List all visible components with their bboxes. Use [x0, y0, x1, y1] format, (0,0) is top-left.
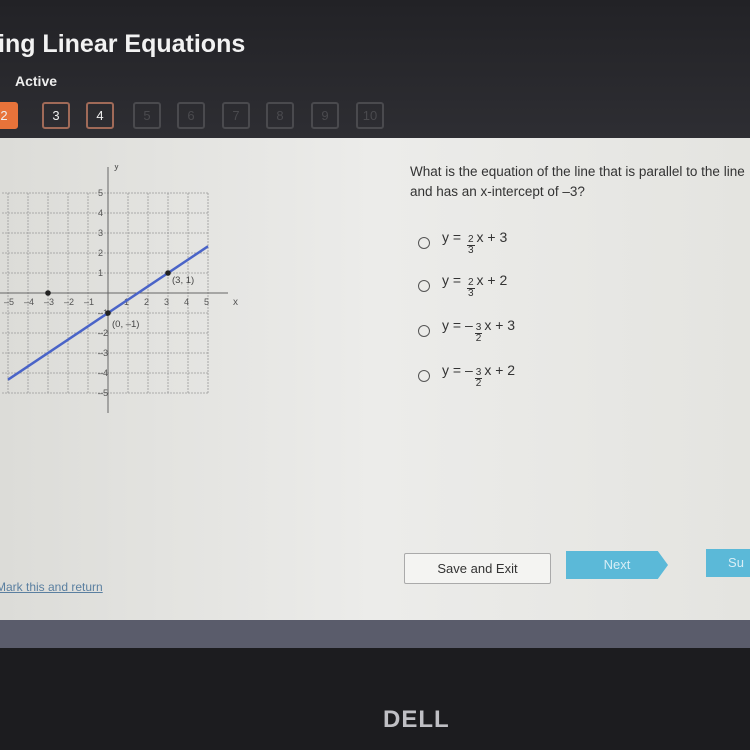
question-3-button[interactable]: 3	[42, 102, 70, 129]
fraction: 32	[474, 367, 483, 389]
x-tick-label: 4	[184, 297, 189, 307]
fraction: 32	[474, 322, 483, 344]
y-tick-label: 4	[98, 208, 103, 218]
y-tick-label: –2	[98, 328, 108, 338]
point	[45, 290, 51, 296]
x-tick-label: 5	[204, 297, 209, 307]
radio-button[interactable]	[418, 324, 430, 337]
option-text: y = 23x + 3	[442, 229, 508, 256]
option-text: y = 23x + 2	[442, 272, 508, 299]
question-5-button[interactable]: 5	[133, 102, 161, 129]
taskbar	[0, 620, 750, 648]
answer-option[interactable]: y = –3 2 x + 2	[418, 362, 515, 389]
x-tick-label: –4	[24, 297, 34, 307]
dell-logo: DELL	[383, 706, 450, 733]
question-2-button[interactable]: 2	[0, 102, 18, 129]
save-and-exit-button[interactable]: Save and Exit	[404, 553, 551, 584]
point	[105, 310, 111, 316]
question-8-button[interactable]: 8	[266, 102, 294, 129]
answer-option[interactable]: y = –3 2 x + 3	[418, 317, 515, 344]
x-tick-label: –5	[4, 297, 14, 307]
question-7-button[interactable]: 7	[222, 102, 250, 129]
y-tick-label: 3	[98, 228, 103, 238]
x-tick-label: 2	[144, 297, 149, 307]
y-tick-label: –5	[98, 388, 108, 398]
radio-button[interactable]	[418, 279, 430, 292]
option-text: y = –3 2 x + 2	[442, 362, 516, 389]
submit-button[interactable]: Su	[706, 549, 750, 577]
page-title: ing Linear Equations	[0, 30, 246, 58]
top-bar: ing Linear Equations Active 2 3 4 5 6 7 8 9 10	[0, 0, 750, 140]
y-tick-label: 1	[98, 268, 103, 278]
question-6-button[interactable]: 6	[177, 102, 205, 129]
x-tick-label: 3	[164, 297, 169, 307]
x-tick-label: –3	[44, 297, 54, 307]
point-label: (3, 1)	[172, 275, 194, 286]
y-tick-label: –3	[98, 348, 108, 358]
coordinate-graph: xy–5–4–3–2–11234554321–1–2–3–4–5(0, –1)(…	[0, 165, 238, 413]
radio-button[interactable]	[418, 369, 430, 382]
fraction: 23	[466, 277, 475, 299]
y-tick-label: 5	[98, 188, 103, 198]
mark-and-return-link[interactable]: Mark this and return	[0, 580, 103, 594]
question-9-button[interactable]: 9	[311, 102, 339, 129]
x-axis-label: x	[233, 297, 238, 308]
status-label: Active	[15, 73, 58, 89]
y-tick-label: –4	[98, 368, 108, 378]
answer-option[interactable]: y = 23x + 3	[418, 229, 507, 256]
x-tick-label: –2	[64, 297, 74, 307]
y-tick-label: 2	[98, 248, 103, 258]
fraction: 23	[466, 234, 475, 256]
point-label: (0, –1)	[112, 319, 139, 330]
answer-option[interactable]: y = 23x + 2	[418, 272, 507, 299]
next-button[interactable]: Next	[566, 551, 668, 579]
question-10-button[interactable]: 10	[356, 102, 384, 129]
question-4-button[interactable]: 4	[86, 102, 114, 129]
y-axis-label: y	[114, 165, 119, 172]
question-text: What is the equation of the line that is…	[410, 164, 745, 199]
x-tick-label: –1	[84, 297, 94, 307]
radio-button[interactable]	[418, 236, 430, 249]
point	[165, 270, 171, 276]
option-text: y = –3 2 x + 3	[442, 317, 516, 344]
